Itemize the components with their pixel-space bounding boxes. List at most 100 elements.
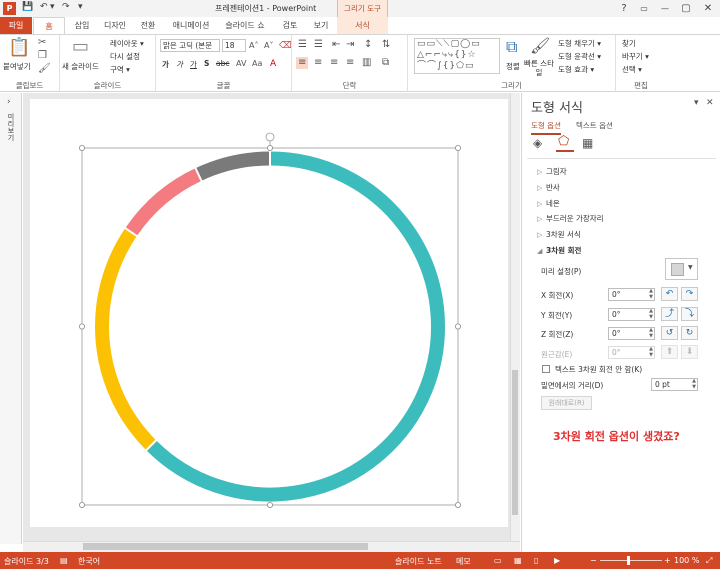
horizontal-scroll-thumb[interactable]: [83, 543, 368, 550]
restore-icon[interactable]: ▢: [676, 1, 696, 16]
undo-menu-icon[interactable]: ▾: [50, 2, 55, 12]
redo-icon[interactable]: ↷: [62, 2, 70, 12]
shadow-button[interactable]: S: [204, 59, 209, 68]
new-slide-icon[interactable]: ▭: [72, 37, 89, 57]
tab-format[interactable]: 서식: [337, 17, 388, 34]
x-rotation-input[interactable]: 0° ▲ ▼: [608, 288, 655, 301]
line-spacing-icon[interactable]: ↕: [364, 39, 372, 51]
resize-handle[interactable]: [454, 323, 461, 330]
columns-icon[interactable]: ▥: [362, 57, 371, 69]
reset-button[interactable]: 다시 설정: [110, 51, 140, 62]
tab-insert[interactable]: 삽입: [67, 17, 97, 34]
change-case-icon[interactable]: Aa: [252, 58, 262, 70]
tab-view[interactable]: 보기: [306, 17, 336, 34]
find-button[interactable]: 찾기: [622, 38, 636, 49]
resize-handle[interactable]: [79, 323, 86, 330]
cut-icon[interactable]: ✂: [38, 37, 46, 49]
ribbon-options-icon[interactable]: ▭: [634, 1, 654, 16]
presets-button[interactable]: ▼: [665, 258, 698, 280]
section-glow[interactable]: ▷ 네온: [537, 198, 560, 209]
narrow-perspective-button[interactable]: ⬆: [661, 345, 678, 359]
copy-icon[interactable]: ❐: [38, 50, 47, 62]
size-properties-icon[interactable]: ▦: [582, 136, 593, 150]
arrange-icon[interactable]: ⧉: [506, 38, 517, 56]
resize-handle[interactable]: [266, 501, 273, 508]
resize-handle[interactable]: [454, 501, 461, 508]
tab-text-options[interactable]: 텍스트 옵션: [576, 120, 613, 131]
resize-handle[interactable]: [454, 145, 461, 152]
section-3d-format[interactable]: ▷ 3차원 서식: [537, 229, 581, 240]
align-right-icon[interactable]: ≡: [330, 57, 338, 69]
rotate-cw-z-button[interactable]: ↻: [681, 326, 698, 340]
italic-button[interactable]: 가: [176, 59, 183, 70]
spinner-icon[interactable]: ▲ ▼: [692, 378, 696, 390]
section-soft-edges[interactable]: ▷ 부드러운 가장자리: [537, 213, 604, 224]
fit-slide-icon[interactable]: ⤢: [706, 556, 712, 566]
tab-animations[interactable]: 애니메이션: [166, 17, 216, 34]
tab-slideshow[interactable]: 슬라이드 쇼: [220, 17, 270, 34]
keep-text-flat-checkbox[interactable]: [542, 365, 550, 373]
save-icon[interactable]: 💾: [22, 2, 33, 12]
font-size-combo[interactable]: 18: [222, 39, 246, 52]
resize-handle[interactable]: [266, 145, 273, 152]
normal-view-icon[interactable]: ▭: [494, 556, 502, 565]
thumbnail-panel[interactable]: › 미리보기: [0, 93, 22, 544]
pane-close-icon[interactable]: ✕: [706, 98, 714, 108]
slideshow-view-icon[interactable]: ▶: [554, 556, 560, 565]
minimize-icon[interactable]: —: [655, 1, 675, 16]
resize-handle[interactable]: [79, 145, 86, 152]
paste-icon[interactable]: 📋: [8, 38, 30, 58]
section-shadow[interactable]: ▷ 그림자: [537, 166, 567, 177]
rotate-left-x-button[interactable]: ↶: [661, 287, 678, 301]
vertical-scroll-thumb[interactable]: [512, 370, 518, 515]
format-painter-icon[interactable]: 🖌: [38, 63, 51, 75]
align-center-icon[interactable]: ≡: [314, 57, 322, 69]
char-spacing-icon[interactable]: AV: [236, 58, 246, 70]
zoom-in-icon[interactable]: +: [664, 556, 671, 565]
bullets-icon[interactable]: ☰: [298, 39, 307, 51]
perspective-input[interactable]: 0° ▲ ▼: [608, 346, 655, 359]
rotate-right-x-button[interactable]: ↷: [681, 287, 698, 301]
paste-button[interactable]: 붙여넣기: [3, 61, 31, 72]
tab-shape-options[interactable]: 도형 옵션: [531, 120, 561, 135]
replace-button[interactable]: 바꾸기 ▾: [622, 51, 649, 62]
section-3d-rotation[interactable]: ◢ 3차원 회전: [537, 245, 581, 256]
donut-chart[interactable]: [30, 99, 508, 527]
zoom-level[interactable]: 100 %: [674, 556, 699, 565]
section-button[interactable]: 구역 ▾: [110, 64, 130, 75]
arrange-button[interactable]: 정렬: [506, 61, 520, 72]
resize-handle[interactable]: [79, 501, 86, 508]
notes-button[interactable]: 슬라이드 노트: [395, 556, 442, 567]
rotate-up-y-button[interactable]: ⤴: [661, 307, 678, 321]
tab-home[interactable]: 홈: [33, 17, 65, 34]
spinner-icon[interactable]: ▲ ▼: [649, 346, 653, 358]
shrink-font-icon[interactable]: A˅: [264, 40, 273, 52]
pane-options-icon[interactable]: ▾: [694, 98, 699, 108]
undo-icon[interactable]: ↶: [40, 2, 48, 12]
new-slide-button[interactable]: 새 슬라이드: [62, 61, 99, 72]
grow-font-icon[interactable]: A˄: [249, 40, 258, 52]
shape-effects-button[interactable]: 도형 효과 ▾: [558, 64, 594, 75]
reset-button[interactable]: 원래대로(R): [541, 396, 592, 410]
tab-review[interactable]: 검토: [276, 17, 304, 34]
numbering-icon[interactable]: ☰: [314, 39, 323, 51]
ring-segment-teal[interactable]: [146, 151, 445, 502]
z-rotation-input[interactable]: 0° ▲ ▼: [608, 327, 655, 340]
zoom-slider-knob[interactable]: [627, 556, 630, 565]
align-left-icon[interactable]: ≡: [296, 57, 309, 69]
smartart-icon[interactable]: ⧉: [382, 57, 389, 69]
expand-thumbnails-icon[interactable]: ›: [7, 97, 11, 107]
slide-sorter-icon[interactable]: ▦: [514, 556, 522, 565]
rotate-ccw-z-button[interactable]: ↺: [661, 326, 678, 340]
shape-outline-button[interactable]: 도형 윤곽선 ▾: [558, 51, 601, 62]
ring-segment-yellow[interactable]: [95, 228, 157, 451]
reading-view-icon[interactable]: ▯: [534, 556, 538, 565]
bold-button[interactable]: 가: [162, 59, 169, 70]
widen-perspective-button[interactable]: ⬇: [681, 345, 698, 359]
tab-design[interactable]: 디자인: [100, 17, 130, 34]
decrease-indent-icon[interactable]: ⇤: [332, 39, 340, 51]
text-direction-icon[interactable]: ⇅: [382, 39, 390, 51]
select-button[interactable]: 선택 ▾: [622, 64, 642, 75]
y-rotation-input[interactable]: 0° ▲ ▼: [608, 308, 655, 321]
effects-tab[interactable]: ⬠: [556, 134, 574, 152]
